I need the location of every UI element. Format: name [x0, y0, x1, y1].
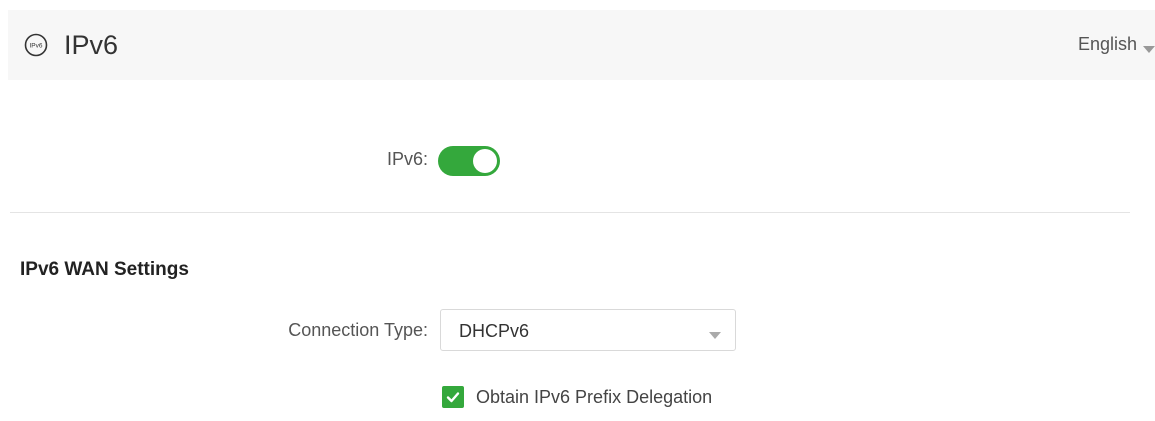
prefix-delegation-option[interactable]: Obtain IPv6 Prefix Delegation	[442, 386, 712, 408]
ipv6-toggle-label: IPv6:	[386, 149, 428, 169]
caret-down-icon	[1143, 41, 1155, 53]
prefix-delegation-label: Obtain IPv6 Prefix Delegation	[476, 386, 713, 407]
checkmark-icon	[446, 392, 460, 403]
toggle-knob	[473, 149, 497, 173]
connection-type-select[interactable]: DHCPv6	[440, 309, 736, 351]
language-dropdown[interactable]: English	[1078, 34, 1155, 55]
ipv6-toggle-switch[interactable]	[438, 146, 500, 176]
section-divider	[10, 212, 1130, 213]
svg-text:IPv6: IPv6	[29, 43, 42, 50]
language-label: English	[1077, 34, 1137, 54]
ipv6-circle-icon: IPv6	[24, 33, 48, 57]
connection-type-label: Connection Type:	[288, 320, 428, 340]
ipv6-toggle-row: IPv6:	[0, 140, 1155, 180]
page-header: IPv6 IPv6 English	[8, 10, 1155, 80]
chevron-down-icon	[709, 327, 721, 339]
page-title: IPv6	[64, 30, 119, 60]
wan-settings-title: IPv6 WAN Settings	[20, 259, 189, 280]
connection-type-value: DHCPv6	[459, 321, 530, 341]
page: IPv6 IPv6 English IPv6: IPv6 WAN Setting…	[0, 0, 1155, 421]
prefix-delegation-checkbox[interactable]	[442, 386, 464, 408]
